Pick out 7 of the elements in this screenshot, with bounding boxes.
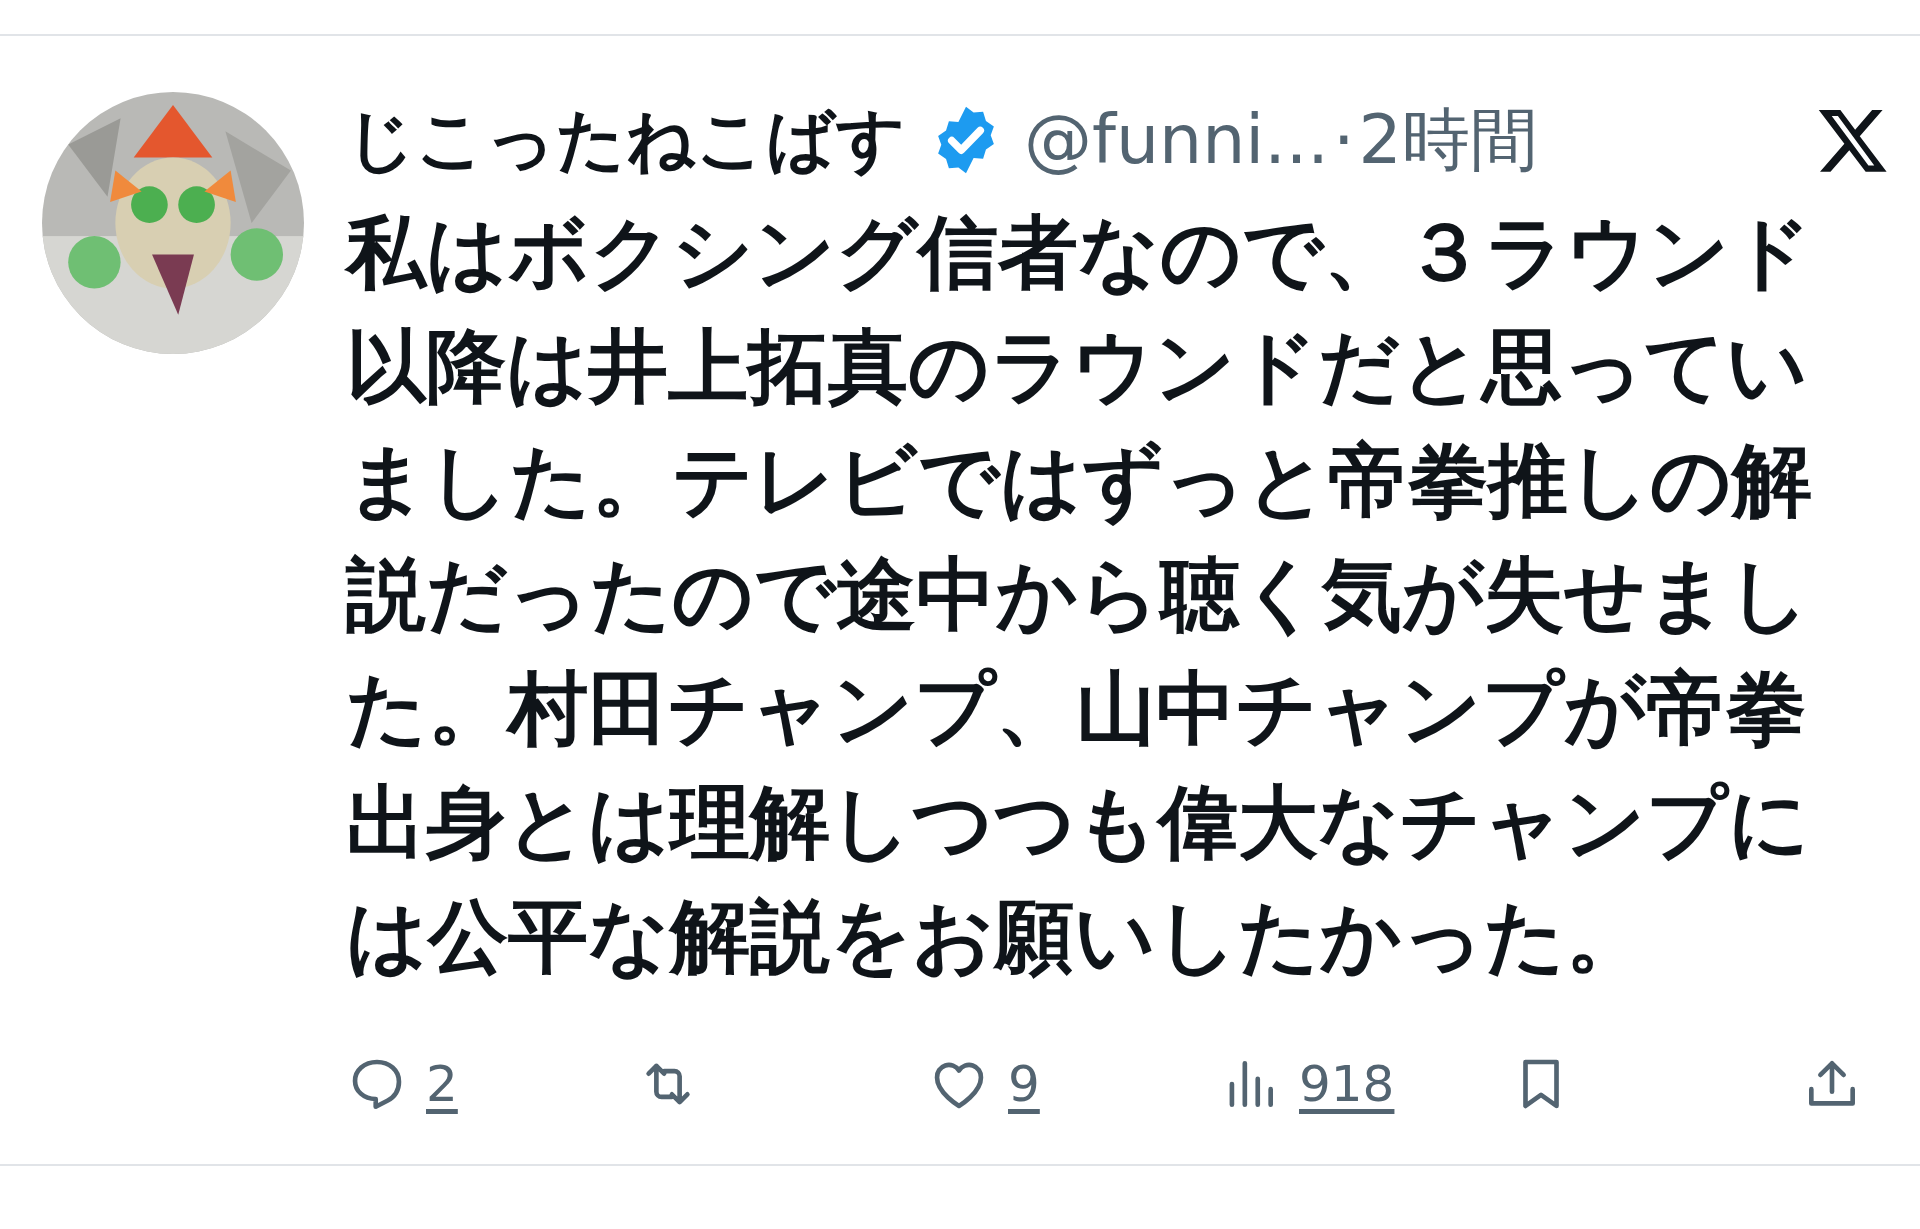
post-time[interactable]: 2時間: [1358, 106, 1538, 174]
action-count[interactable]: 9: [1008, 1059, 1040, 1109]
user-handle[interactable]: @funni...: [1024, 106, 1329, 174]
action-count[interactable]: 2: [426, 1059, 458, 1109]
action-count[interactable]: 918: [1299, 1059, 1395, 1109]
separator: ·: [1333, 106, 1355, 174]
post-text: 私はボクシング信者なので、３ラウンド以降は井上拓真のラウンドだと思っていました。テレビではずっと帝拳推しの解説だったので途中から聴く気が失せました。村田チャンプ、山中チャンプが帝拳出身とは理解しつつも偉大なチャンプには公平な解説をお願いしたかった。: [346, 205, 1813, 985]
